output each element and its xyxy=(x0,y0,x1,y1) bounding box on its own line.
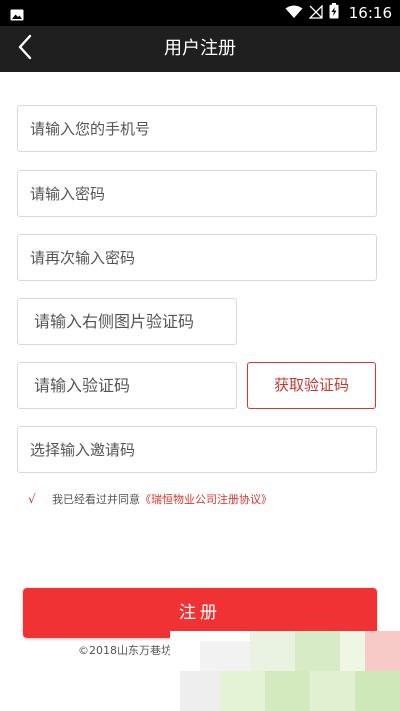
phone-input[interactable] xyxy=(18,106,376,151)
signal-icon xyxy=(308,3,323,23)
password-input[interactable] xyxy=(18,171,376,216)
password-confirm-input[interactable] xyxy=(18,235,376,280)
agreement-link[interactable]: 《瑞恒物业公司注册协议》 xyxy=(140,491,272,507)
agreement-text: 我已经看过并同意 xyxy=(52,493,140,506)
wifi-icon xyxy=(285,4,303,23)
password-field[interactable] xyxy=(17,170,377,217)
invite-code-input[interactable] xyxy=(18,427,376,472)
decorative-overlay xyxy=(170,631,400,711)
battery-charging-icon xyxy=(329,3,339,23)
get-code-button[interactable]: 获取验证码 xyxy=(247,362,376,409)
agreement-checkbox[interactable]: √ xyxy=(28,492,52,506)
page-title: 用户注册 xyxy=(164,38,236,59)
invite-code-field[interactable] xyxy=(17,426,377,473)
sms-code-field[interactable] xyxy=(17,362,237,409)
agreement-row: √ 我已经看过并同意 《瑞恒物业公司注册协议》 xyxy=(28,490,272,508)
image-captcha-input[interactable] xyxy=(18,299,236,344)
image-captcha-field[interactable] xyxy=(17,298,237,345)
photo-icon xyxy=(10,6,24,21)
title-bar: 用户注册 xyxy=(0,26,400,72)
sms-code-input[interactable] xyxy=(18,363,236,408)
password-confirm-field[interactable] xyxy=(17,234,377,281)
status-bar: 16:16 xyxy=(0,0,400,26)
status-icons: 16:16 xyxy=(285,0,392,26)
status-time: 16:16 xyxy=(348,4,392,22)
phone-field[interactable] xyxy=(17,105,377,152)
